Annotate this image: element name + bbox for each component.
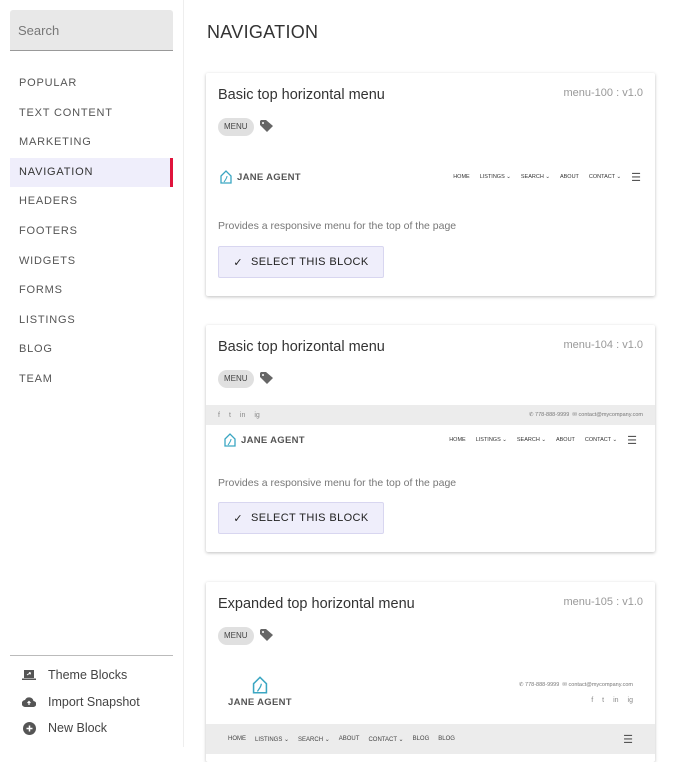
- preview-menu: HOME LISTINGS ⌄ SEARCH ⌄ ABOUT CONTACT ⌄ BLOG…: [228, 736, 455, 743]
- block-version: menu-105 : v1.0: [563, 596, 644, 608]
- block-version: menu-104 : v1.0: [563, 339, 644, 351]
- brand-logo: JANE AGENT: [228, 676, 292, 708]
- theme-blocks-label: Theme Blocks: [48, 668, 128, 683]
- block-card: Expanded top horizontal menu menu-105 : …: [206, 582, 655, 762]
- cloud-upload-icon: [22, 695, 36, 709]
- sidebar-item-team[interactable]: TEAM: [10, 365, 173, 395]
- hamburger-icon: ☰: [623, 733, 633, 746]
- sidebar-item-blog[interactable]: BLOG: [10, 335, 173, 365]
- brand-logo: JANE AGENT: [220, 170, 301, 184]
- sidebar-item-widgets[interactable]: WIDGETS: [10, 247, 173, 277]
- preview-topbar: f t in ig ✆ 778-888-9999 ✉ contact@mycompan…: [206, 405, 655, 425]
- block-title: Basic top horizontal menu: [218, 87, 385, 103]
- import-snapshot-label: Import Snapshot: [48, 694, 140, 709]
- preview-menu: HOME LISTINGS ⌄ SEARCH ⌄ ABOUT CONTACT ⌄ ☰: [453, 171, 641, 184]
- category-nav: POPULAR TEXT CONTENT MARKETING NAVIGATIO…: [10, 69, 173, 395]
- block-title: Basic top horizontal menu: [218, 339, 385, 355]
- tag-icon[interactable]: [260, 372, 274, 384]
- tag-icon[interactable]: [260, 120, 274, 132]
- add-circle-icon: [22, 721, 36, 735]
- block-preview: JANE AGENT ✆ 778-888-9999 ✉ contact@myco…: [206, 674, 655, 714]
- sidebar-item-marketing[interactable]: MARKETING: [10, 128, 173, 158]
- laptop-icon: [22, 668, 36, 682]
- tag-chip[interactable]: MENU: [218, 370, 254, 388]
- select-block-button[interactable]: ✓ SELECT THIS BLOCK: [218, 502, 384, 534]
- sidebar-item-popular[interactable]: POPULAR: [10, 69, 173, 99]
- brand-logo: JANE AGENT: [224, 433, 305, 447]
- theme-blocks-button[interactable]: Theme Blocks: [10, 662, 173, 689]
- preview-menu-bar: HOME LISTINGS ⌄ SEARCH ⌄ ABOUT CONTACT ⌄ BLOG…: [206, 724, 655, 754]
- sidebar-item-text-content[interactable]: TEXT CONTENT: [10, 99, 173, 129]
- social-icons: f t in ig: [218, 411, 260, 419]
- check-icon: ✓: [233, 256, 243, 269]
- new-block-button[interactable]: New Block: [10, 715, 173, 742]
- sidebar-item-forms[interactable]: FORMS: [10, 276, 173, 306]
- sidebar-item-headers[interactable]: HEADERS: [10, 187, 173, 217]
- block-card: Basic top horizontal menu menu-104 : v1.…: [206, 325, 655, 552]
- block-preview: JANE AGENT HOME LISTINGS ⌄ SEARCH ⌄ ABOUT CO…: [206, 165, 655, 189]
- preview-menu: HOME LISTINGS ⌄ SEARCH ⌄ ABOUT CONTACT ⌄ ☰: [449, 434, 637, 447]
- block-description: Provides a responsive menu for the top o…: [218, 477, 457, 489]
- block-description: Provides a responsive menu for the top o…: [218, 220, 457, 232]
- select-block-button[interactable]: ✓ SELECT THIS BLOCK: [218, 246, 384, 278]
- tag-chip[interactable]: MENU: [218, 627, 254, 645]
- import-snapshot-button[interactable]: Import Snapshot: [10, 689, 173, 716]
- tag-chip[interactable]: MENU: [218, 118, 254, 136]
- page-title: NAVIGATION: [207, 22, 319, 42]
- sidebar-actions: Theme Blocks Import Snapshot New Block: [10, 655, 173, 742]
- sidebar-item-navigation[interactable]: NAVIGATION: [10, 157, 173, 188]
- new-block-label: New Block: [48, 721, 108, 736]
- block-preview: JANE AGENT HOME LISTINGS ⌄ SEARCH ⌄ ABOUT CO…: [206, 429, 655, 451]
- hamburger-icon: ☰: [631, 171, 641, 184]
- sidebar-item-listings[interactable]: LISTINGS: [10, 306, 173, 336]
- tag-icon[interactable]: [260, 629, 274, 641]
- block-title: Expanded top horizontal menu: [218, 596, 415, 612]
- sidebar-item-footers[interactable]: FOOTERS: [10, 217, 173, 247]
- social-icons: f t in ig: [591, 697, 633, 704]
- block-card: Basic top horizontal menu menu-100 : v1.…: [206, 73, 655, 296]
- sidebar: Search POPULAR TEXT CONTENT MARKETING NA…: [0, 0, 184, 747]
- search-input[interactable]: Search: [10, 10, 173, 51]
- check-icon: ✓: [233, 512, 243, 525]
- hamburger-icon: ☰: [627, 434, 637, 447]
- block-version: menu-100 : v1.0: [563, 87, 644, 99]
